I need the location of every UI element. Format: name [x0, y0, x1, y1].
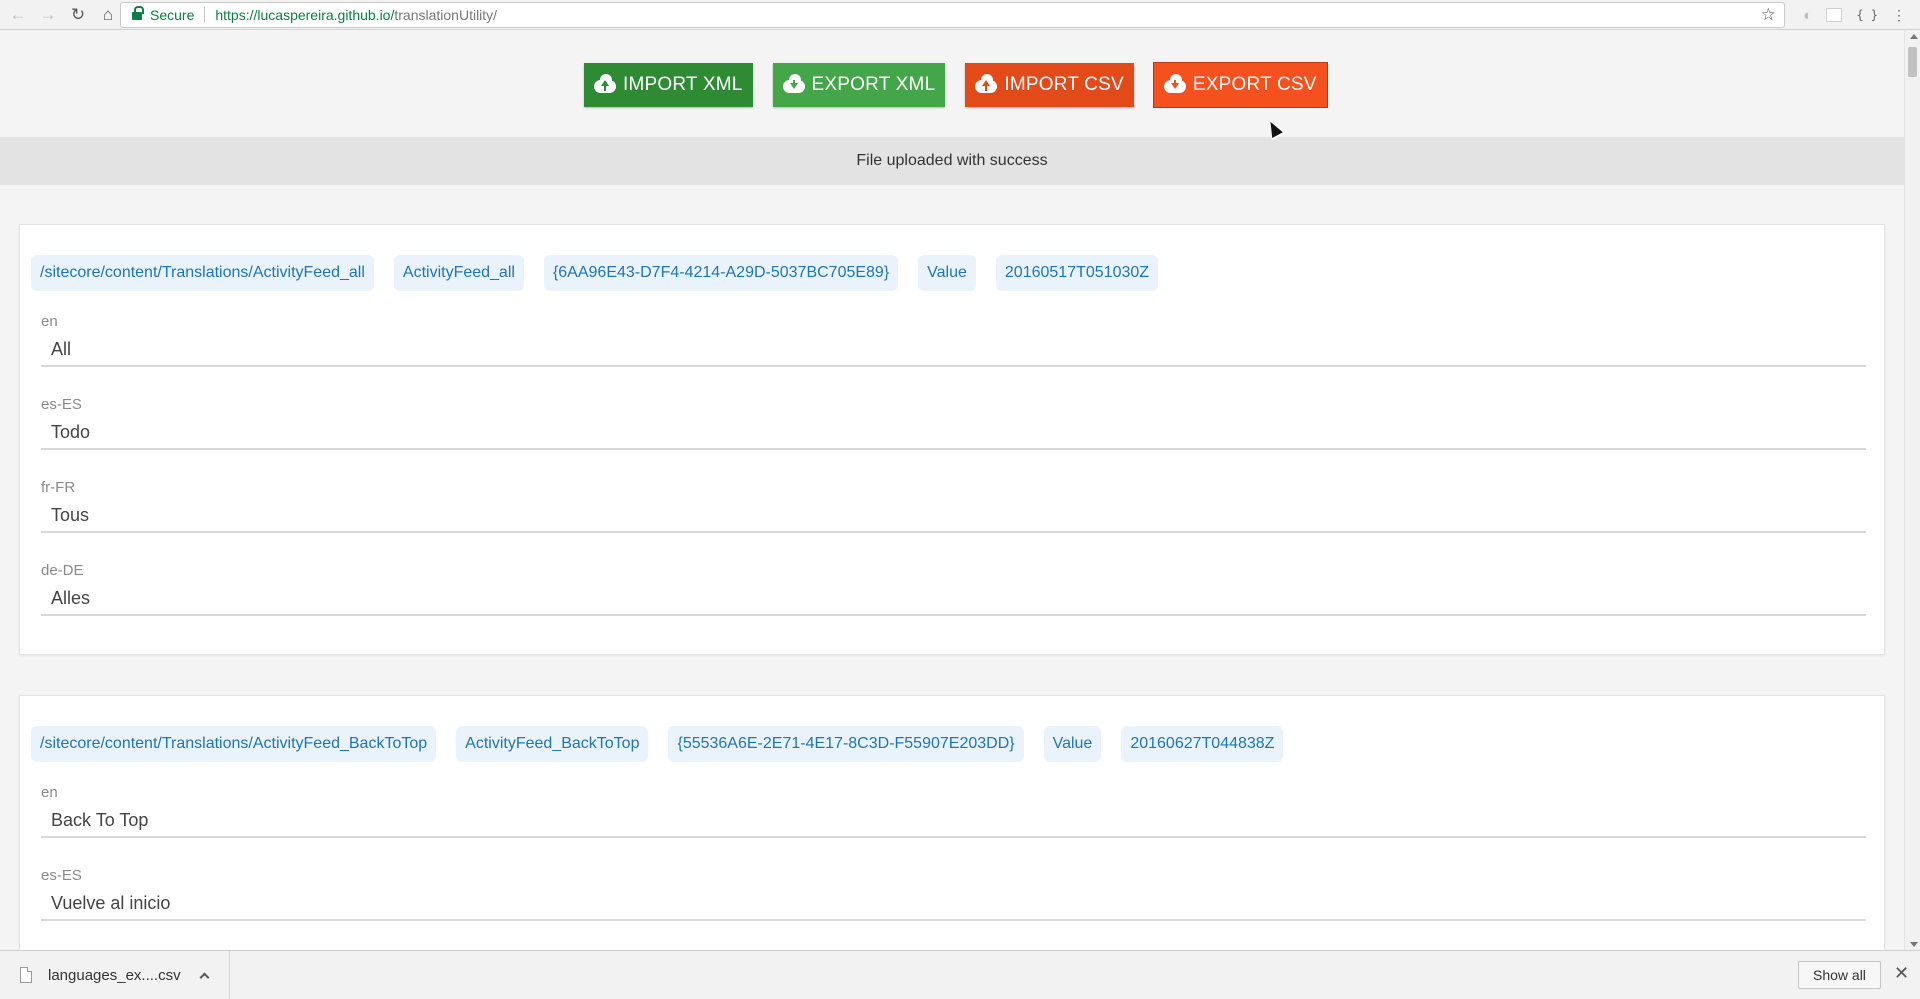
download-item[interactable]: languages_ex....csv — [0, 950, 230, 999]
item-field-chip: Value — [918, 255, 976, 291]
bookmark-star-icon[interactable]: ☆ — [1761, 5, 1776, 25]
translation-input[interactable]: Vuelve al inicio — [41, 891, 1866, 921]
status-message: File uploaded with success — [0, 137, 1904, 185]
secure-label: Secure — [150, 7, 195, 23]
extension-icons: ◐ { } ⋮ — [1803, 0, 1906, 30]
browser-toolbar: ← → ↻ ⌂ Secure https://lucaspereira.gith… — [0, 0, 1920, 30]
item-path-chip: /sitecore/content/Translations/ActivityF… — [31, 255, 374, 291]
item-id-chip: {55536A6E-2E71-4E17-8C3D-F55907E203DD} — [668, 726, 1024, 762]
extension-swirl-icon[interactable]: ◐ — [1803, 7, 1812, 24]
import-csv-button[interactable]: IMPORT CSV — [965, 63, 1134, 107]
item-id-chip: {6AA96E43-D7F4-4214-A29D-5037BC705E89} — [543, 255, 899, 291]
translation-input[interactable]: All — [41, 337, 1866, 367]
page-content: IMPORT XML EXPORT XML IMPORT CSV EXPORT … — [0, 31, 1904, 950]
language-label: en — [41, 313, 58, 330]
menu-kebab-icon[interactable]: ⋮ — [1892, 7, 1906, 24]
scroll-up-icon[interactable] — [1910, 34, 1918, 39]
home-icon[interactable]: ⌂ — [96, 3, 120, 27]
item-updated-chip: 20160627T044838Z — [1121, 726, 1284, 762]
extension-box-icon[interactable] — [1826, 8, 1843, 22]
item-meta-chips: /sitecore/content/Translations/ActivityF… — [31, 726, 1284, 762]
translation-input[interactable]: Tous — [41, 503, 1866, 533]
address-separator — [204, 7, 206, 23]
language-label: fr-FR — [41, 479, 76, 496]
close-icon[interactable]: ✕ — [1894, 963, 1909, 984]
url-path: translationUtility/ — [394, 7, 498, 23]
translation-field: en Back To Top — [41, 784, 1866, 838]
export-xml-label: EXPORT XML — [811, 74, 936, 95]
export-csv-label: EXPORT CSV — [1192, 74, 1317, 95]
download-file-name: languages_ex....csv — [48, 966, 181, 984]
item-meta-chips: /sitecore/content/Translations/ActivityF… — [31, 255, 1159, 291]
translation-input[interactable]: Alles — [41, 586, 1866, 616]
cloud-upload-icon — [594, 74, 616, 93]
translation-input[interactable]: Todo — [41, 420, 1866, 450]
cloud-download-icon — [1163, 74, 1186, 93]
item-name-chip: ActivityFeed_BackToTop — [456, 726, 649, 762]
language-label: en — [41, 784, 58, 801]
language-label: es-ES — [41, 867, 82, 884]
cloud-download-icon — [782, 74, 805, 93]
export-xml-button[interactable]: EXPORT XML — [772, 63, 946, 107]
translation-input[interactable]: Back To Top — [41, 808, 1866, 838]
translation-field: es-ES Todo — [41, 396, 1866, 450]
import-xml-label: IMPORT XML — [623, 74, 743, 95]
scroll-down-icon[interactable] — [1910, 942, 1918, 947]
show-all-button[interactable]: Show all — [1798, 961, 1881, 989]
translation-field: es-ES Vuelve al inicio — [41, 867, 1866, 921]
import-csv-label: IMPORT CSV — [1004, 74, 1124, 95]
translation-field: de-DE Alles — [41, 562, 1866, 616]
chevron-up-icon[interactable] — [199, 972, 210, 982]
reload-icon[interactable]: ↻ — [66, 3, 90, 27]
file-icon — [20, 967, 32, 983]
address-bar[interactable]: Secure https://lucaspereira.github.io/tr… — [120, 2, 1785, 28]
page-scrollbar[interactable] — [1904, 31, 1920, 950]
export-csv-button[interactable]: EXPORT CSV — [1153, 63, 1327, 107]
language-label: de-DE — [41, 562, 84, 579]
item-field-chip: Value — [1043, 726, 1102, 762]
translation-card: /sitecore/content/Translations/ActivityF… — [19, 695, 1885, 950]
action-buttons: IMPORT XML EXPORT XML IMPORT CSV EXPORT … — [584, 63, 1327, 107]
item-path-chip: /sitecore/content/Translations/ActivityF… — [31, 726, 437, 762]
lock-icon — [132, 6, 144, 20]
cloud-upload-icon — [975, 74, 998, 93]
extension-json-icon[interactable]: { } — [1856, 8, 1878, 22]
url-host: https://lucaspereira.github.io/ — [215, 7, 395, 23]
download-bar: languages_ex....csv Show all ✕ — [0, 950, 1920, 999]
translation-field: fr-FR Tous — [41, 479, 1866, 533]
item-updated-chip: 20160517T051030Z — [995, 255, 1159, 291]
translation-field: en All — [41, 313, 1866, 367]
language-label: es-ES — [41, 396, 82, 413]
translation-card: /sitecore/content/Translations/ActivityF… — [19, 224, 1885, 655]
back-icon[interactable]: ← — [6, 3, 30, 27]
item-name-chip: ActivityFeed_all — [393, 255, 524, 291]
forward-icon[interactable]: → — [36, 3, 60, 27]
scroll-thumb[interactable] — [1908, 47, 1917, 77]
import-xml-button[interactable]: IMPORT XML — [584, 63, 753, 107]
